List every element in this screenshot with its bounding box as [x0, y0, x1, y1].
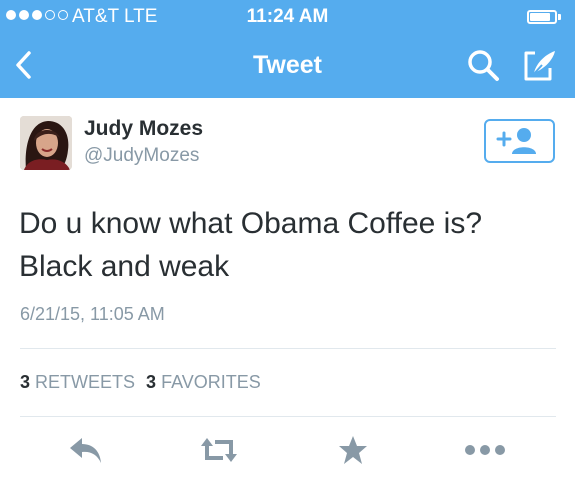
tweet-text-line: Do u know what Obama Coffee is? — [19, 207, 483, 240]
favorites-label: FAVORITES — [161, 372, 261, 392]
battery-level — [530, 13, 551, 21]
favorite-star-icon — [339, 436, 367, 464]
retweet-button[interactable] — [197, 430, 241, 470]
more-options-button[interactable] — [462, 430, 508, 470]
more-dots-icon — [465, 445, 505, 455]
display-name[interactable]: Judy Mozes — [84, 117, 203, 141]
tweet-stats: 3 RETWEETS 3 FAVORITES — [20, 372, 261, 393]
navigation-bar: AT&T LTE 11:24 AM Tweet — [0, 0, 575, 98]
retweets-count: 3 — [20, 372, 31, 392]
compose-button[interactable] — [520, 46, 558, 84]
divider — [20, 348, 556, 349]
tweet-text: Do u know what Obama Coffee is? Black an… — [19, 202, 559, 288]
reply-button[interactable] — [66, 430, 106, 470]
avatar[interactable] — [20, 116, 72, 170]
tweet-timestamp: 6/21/15, 11:05 AM — [20, 304, 165, 324]
user-handle[interactable]: @JudyMozes — [84, 145, 199, 167]
status-time: 11:24 AM — [246, 6, 329, 27]
retweets-stat[interactable]: 3 RETWEETS — [20, 372, 135, 393]
battery-tip — [558, 14, 561, 20]
divider — [20, 416, 556, 417]
battery-icon — [527, 10, 557, 24]
retweet-icon — [201, 438, 237, 462]
tweet-text-line: Black and weak — [19, 250, 230, 283]
retweets-label: RETWEETS — [35, 372, 136, 392]
compose-icon — [524, 51, 555, 81]
status-bar: AT&T LTE 11:24 AM — [0, 0, 575, 34]
profile-photo-icon — [20, 116, 72, 170]
search-icon — [468, 50, 499, 81]
follow-button[interactable] — [484, 119, 555, 163]
favorites-stat[interactable]: 3 FAVORITES — [146, 372, 261, 393]
favorites-count: 3 — [146, 372, 157, 392]
add-user-icon — [496, 128, 536, 154]
reply-icon — [70, 438, 101, 463]
favorite-button[interactable] — [334, 430, 372, 470]
search-button[interactable] — [466, 48, 500, 82]
